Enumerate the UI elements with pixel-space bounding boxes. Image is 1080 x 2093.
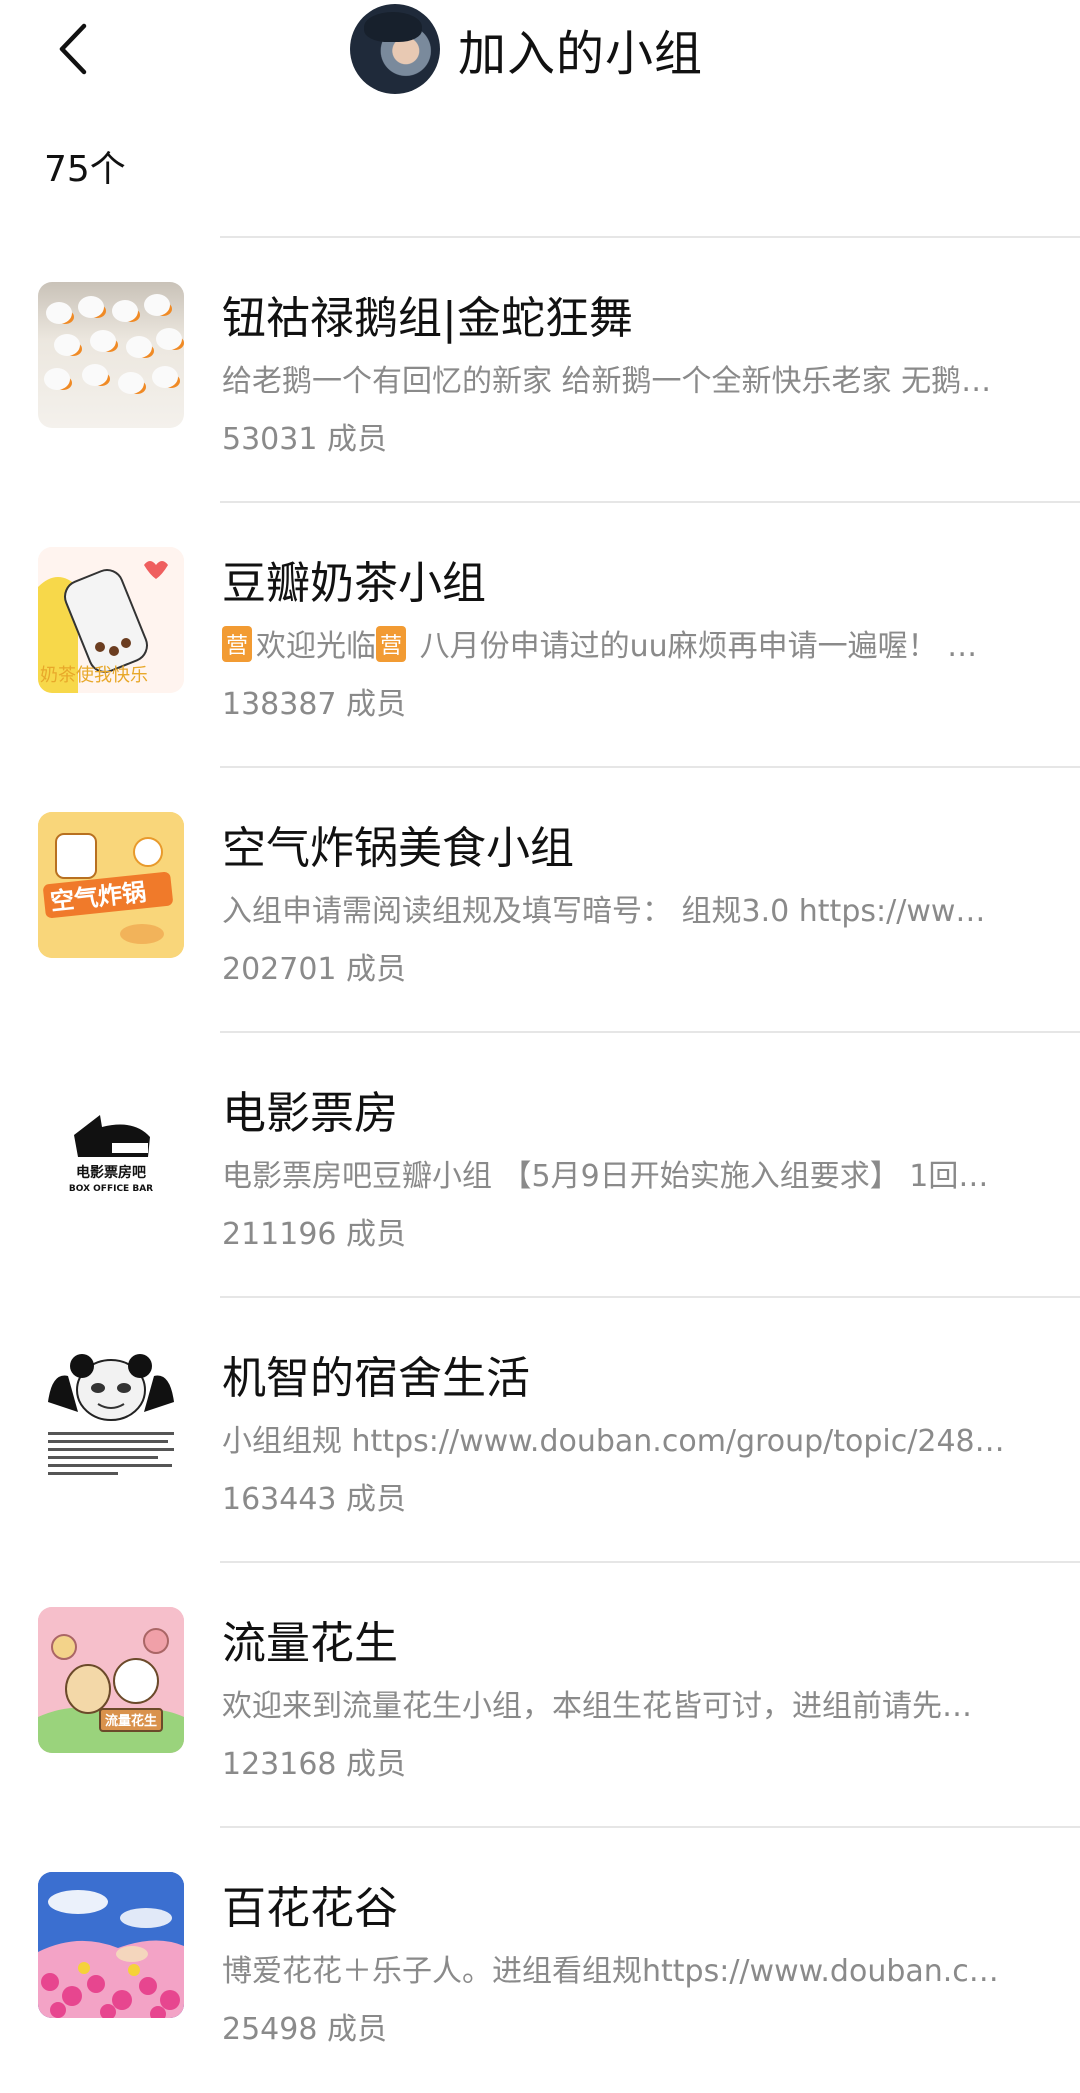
- camp-badge: 营: [222, 626, 253, 662]
- panda-meme-illustration: [38, 1342, 184, 1488]
- member-count: 53031 成员: [222, 422, 387, 457]
- page-title: 加入的小组: [458, 26, 704, 82]
- group-thumbnail: [38, 1342, 184, 1488]
- group-thumbnail: 流量花生: [38, 1607, 184, 1753]
- box-office-logo: 电影票房吧 BOX OFFICE BAR: [38, 1077, 184, 1223]
- group-item[interactable]: 空气炸锅 空气炸锅美食小组 入组申请需阅读组规及填写暗号： 组规3.0 http…: [0, 768, 1080, 1033]
- group-item[interactable]: 机智的宿舍生活 小组组规 https://www.douban.com/grou…: [0, 1298, 1080, 1563]
- group-name: 百花花谷: [222, 1883, 398, 1934]
- back-button[interactable]: [48, 14, 98, 84]
- member-count: 163443 成员: [222, 1482, 407, 1517]
- logo-text: 电影票房吧: [76, 1164, 146, 1181]
- user-avatar[interactable]: [350, 4, 440, 94]
- header: 加入的小组: [0, 0, 1080, 110]
- group-thumbnail: 电影票房吧 BOX OFFICE BAR: [38, 1077, 184, 1223]
- group-description: 电影票房吧豆瓣小组 【5月9日开始实施入组要求】 1回…: [222, 1159, 989, 1194]
- thumb-caption: 流量花生: [105, 1713, 157, 1729]
- group-description: 小组组规 https://www.douban.com/group/topic/…: [222, 1424, 1005, 1459]
- group-thumbnail: 空气炸锅: [38, 812, 184, 958]
- group-item[interactable]: 奶茶使我快乐 豆瓣奶茶小组 营欢迎光临营 八月份申请过的uu麻烦再申请一遍喔！ …: [0, 503, 1080, 768]
- group-name: 钮祜禄鹅组|金蛇狂舞: [222, 293, 633, 344]
- group-description: 营欢迎光临营 八月份申请过的uu麻烦再申请一遍喔！ …: [222, 621, 1042, 665]
- group-thumbnail: [38, 282, 184, 428]
- group-item[interactable]: 电影票房吧 BOX OFFICE BAR 电影票房 电影票房吧豆瓣小组 【5月9…: [0, 1033, 1080, 1298]
- group-item[interactable]: 百花花谷 博爱花花＋乐子人。进组看组规https://www.douban.c……: [0, 1828, 1080, 2093]
- member-count: 123168 成员: [222, 1747, 407, 1782]
- group-thumbnail: [38, 1872, 184, 2018]
- group-item[interactable]: 流量花生 流量花生 欢迎来到流量花生小组，本组生花皆可讨，进组前请先… 1231…: [0, 1563, 1080, 1828]
- group-name: 机智的宿舍生活: [222, 1353, 530, 1404]
- milk-tea-illustration: 奶茶使我快乐: [38, 547, 184, 693]
- group-description: 欢迎来到流量花生小组，本组生花皆可讨，进组前请先…: [222, 1689, 972, 1724]
- thumb-caption: 奶茶使我快乐: [40, 665, 148, 686]
- title-area: 加入的小组: [350, 4, 703, 94]
- group-description: 入组申请需阅读组规及填写暗号： 组规3.0 https://ww…: [222, 894, 986, 929]
- member-count: 202701 成员: [222, 952, 407, 987]
- peanut-illustration: 流量花生: [38, 1607, 184, 1753]
- desc-part: 欢迎光临: [256, 629, 377, 664]
- group-name: 流量花生: [222, 1618, 398, 1669]
- desc-part: 八月份申请过的uu麻烦再申请一遍喔！ …: [410, 629, 978, 664]
- flower-valley-illustration: [38, 1872, 184, 2018]
- group-description: 博爱花花＋乐子人。进组看组规https://www.douban.c…: [222, 1954, 999, 1989]
- group-name: 空气炸锅美食小组: [222, 823, 574, 874]
- chevron-left-icon: [59, 23, 87, 75]
- group-item[interactable]: 钮祜禄鹅组|金蛇狂舞 给老鹅一个有回忆的新家 给新鹅一个全新快乐老家 无鹅… 5…: [0, 238, 1080, 503]
- member-count: 25498 成员: [222, 2012, 387, 2047]
- logo-subtext: BOX OFFICE BAR: [69, 1184, 153, 1194]
- member-count: 138387 成员: [222, 687, 407, 722]
- air-fryer-illustration: 空气炸锅: [38, 812, 184, 958]
- camp-badge: 营: [376, 626, 407, 662]
- group-thumbnail: 奶茶使我快乐: [38, 547, 184, 693]
- group-name: 电影票房: [222, 1088, 398, 1139]
- member-count: 211196 成员: [222, 1217, 407, 1252]
- group-description: 给老鹅一个有回忆的新家 给新鹅一个全新快乐老家 无鹅…: [222, 364, 992, 399]
- group-count: 75个: [44, 149, 126, 190]
- group-name: 豆瓣奶茶小组: [222, 558, 486, 609]
